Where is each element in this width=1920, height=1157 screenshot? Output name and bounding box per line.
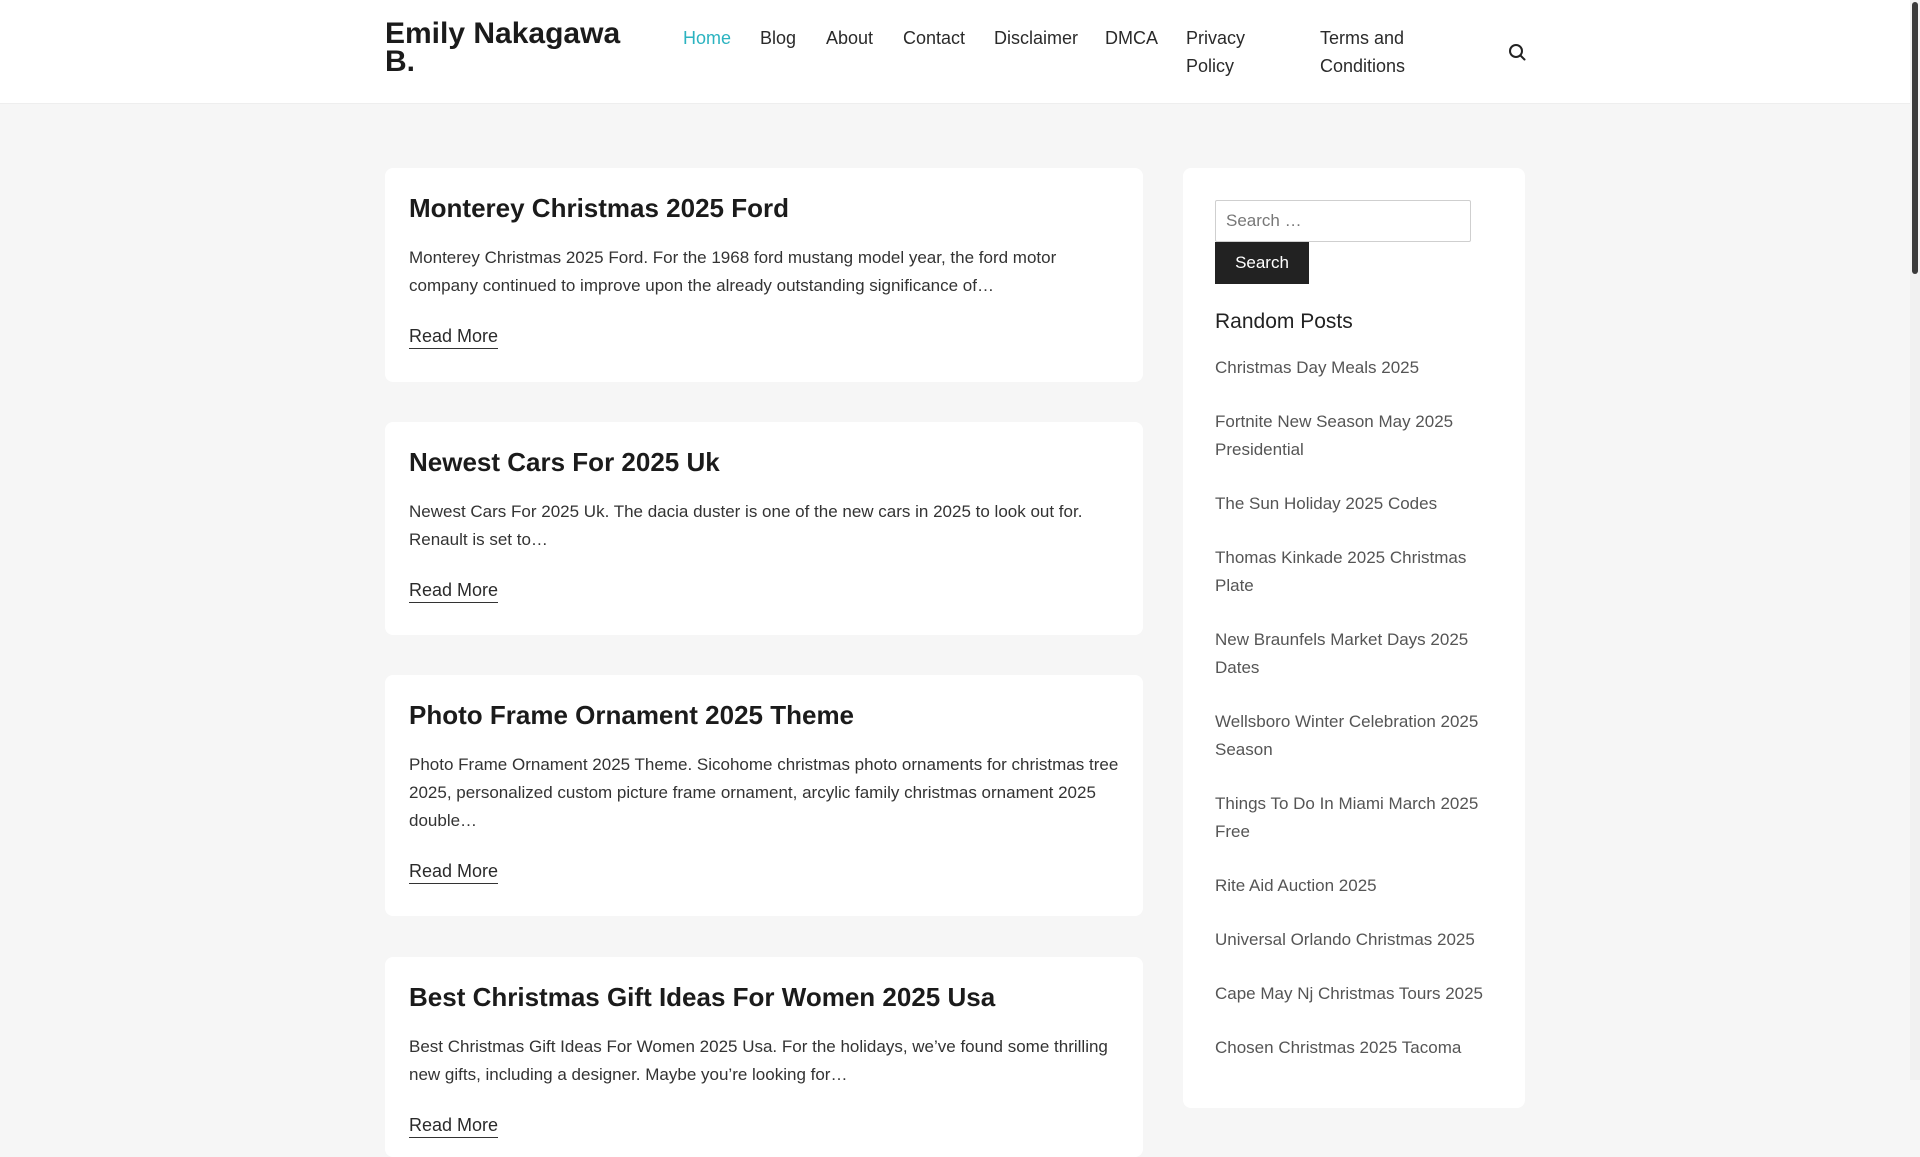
random-post-link[interactable]: Chosen Christmas 2025 Tacoma: [1215, 1038, 1461, 1057]
random-post-link[interactable]: Things To Do In Miami March 2025 Free: [1215, 794, 1478, 841]
site-header: Emily Nakagawa B. Home Blog About Contac…: [0, 0, 1910, 104]
post-title[interactable]: Monterey Christmas 2025 Ford: [409, 190, 1119, 226]
random-post-link[interactable]: New Braunfels Market Days 2025 Dates: [1215, 630, 1468, 677]
post-title[interactable]: Photo Frame Ornament 2025 Theme: [409, 697, 1119, 733]
list-item: Cape May Nj Christmas Tours 2025: [1215, 980, 1505, 1008]
post-card: Monterey Christmas 2025 Ford Monterey Ch…: [385, 168, 1143, 382]
random-post-link[interactable]: Rite Aid Auction 2025: [1215, 876, 1377, 895]
search-icon-graphic: [1509, 44, 1526, 61]
post-excerpt: Photo Frame Ornament 2025 Theme. Sicohom…: [409, 755, 1119, 830]
nav-item-terms-and-conditions[interactable]: Terms and Conditions: [1320, 24, 1435, 80]
post-card: Best Christmas Gift Ideas For Women 2025…: [385, 957, 1143, 1157]
page-scrollbar[interactable]: [1910, 0, 1920, 1080]
random-post-link[interactable]: Thomas Kinkade 2025 Christmas Plate: [1215, 548, 1466, 595]
random-post-link[interactable]: Fortnite New Season May 2025 Presidentia…: [1215, 412, 1453, 459]
post-title[interactable]: Newest Cars For 2025 Uk: [409, 444, 1119, 480]
list-item: Wellsboro Winter Celebration 2025 Season: [1215, 708, 1505, 764]
list-item: Thomas Kinkade 2025 Christmas Plate: [1215, 544, 1505, 600]
nav-item-dmca[interactable]: DMCA: [1105, 24, 1158, 52]
nav-item-disclaimer[interactable]: Disclaimer: [994, 24, 1078, 52]
nav-item-blog[interactable]: Blog: [760, 24, 796, 52]
read-more-link[interactable]: Read More: [409, 1113, 499, 1138]
read-more-link[interactable]: Read More: [409, 578, 499, 603]
random-posts-title: Random Posts: [1215, 310, 1353, 333]
list-item: Christmas Day Meals 2025: [1215, 354, 1505, 382]
search-button[interactable]: Search: [1215, 242, 1309, 284]
post-excerpt: Monterey Christmas 2025 Ford. For the 19…: [409, 248, 1057, 295]
random-post-link[interactable]: Cape May Nj Christmas Tours 2025: [1215, 984, 1483, 1003]
list-item: Universal Orlando Christmas 2025: [1215, 926, 1505, 954]
search-icon[interactable]: [1505, 40, 1529, 64]
nav-item-about[interactable]: About: [826, 24, 873, 52]
post-card: Newest Cars For 2025 Uk Newest Cars For …: [385, 422, 1143, 635]
nav-item-privacy-policy[interactable]: Privacy Policy: [1186, 24, 1266, 80]
post-title[interactable]: Best Christmas Gift Ideas For Women 2025…: [409, 979, 1119, 1015]
site-title[interactable]: Emily Nakagawa B.: [385, 19, 625, 77]
scrollbar-thumb[interactable]: [1912, 2, 1918, 274]
list-item: Rite Aid Auction 2025: [1215, 872, 1505, 900]
list-item: Chosen Christmas 2025 Tacoma: [1215, 1034, 1505, 1062]
random-posts-list: Christmas Day Meals 2025 Fortnite New Se…: [1215, 354, 1505, 1088]
list-item: Things To Do In Miami March 2025 Free: [1215, 790, 1505, 846]
random-post-link[interactable]: Christmas Day Meals 2025: [1215, 358, 1419, 377]
read-more-link[interactable]: Read More: [409, 859, 499, 884]
list-item: New Braunfels Market Days 2025 Dates: [1215, 626, 1505, 682]
post-excerpt: Best Christmas Gift Ideas For Women 2025…: [409, 1037, 1108, 1084]
list-item: Fortnite New Season May 2025 Presidentia…: [1215, 408, 1505, 464]
random-post-link[interactable]: The Sun Holiday 2025 Codes: [1215, 494, 1437, 513]
search-input[interactable]: [1215, 200, 1471, 242]
post-card: Photo Frame Ornament 2025 Theme Photo Fr…: [385, 675, 1143, 916]
nav-item-contact[interactable]: Contact: [903, 24, 965, 52]
read-more-link[interactable]: Read More: [409, 324, 499, 349]
random-post-link[interactable]: Universal Orlando Christmas 2025: [1215, 930, 1475, 949]
list-item: The Sun Holiday 2025 Codes: [1215, 490, 1505, 518]
sidebar: Search Random Posts Christmas Day Meals …: [1183, 168, 1525, 1108]
random-post-link[interactable]: Wellsboro Winter Celebration 2025 Season: [1215, 712, 1478, 759]
nav-item-home[interactable]: Home: [683, 24, 731, 52]
post-excerpt: Newest Cars For 2025 Uk. The dacia duste…: [409, 502, 1083, 549]
